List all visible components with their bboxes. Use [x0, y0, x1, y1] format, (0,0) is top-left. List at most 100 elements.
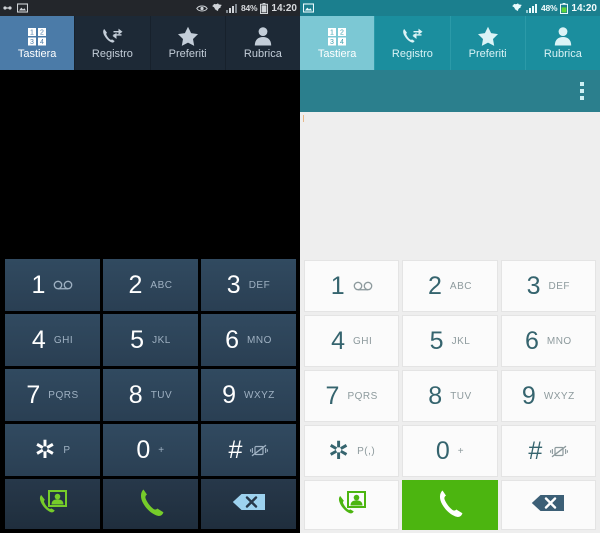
- key-letters: ABC: [449, 280, 472, 292]
- key-digit: 5: [130, 325, 145, 354]
- key-letters: PQRS: [48, 389, 79, 401]
- tab-rubrica[interactable]: Rubrica: [224, 16, 300, 70]
- call-log-icon: [401, 26, 423, 46]
- keypad: 1 2 ABC 3 DEF 4 GHI 5 JKL 6 MNO 7 PQRS 8…: [300, 260, 600, 477]
- key-letters: TUV: [150, 389, 173, 401]
- tab-rubrica[interactable]: Rubrica: [524, 16, 600, 70]
- status-bar-right-icons: 84% 14:20: [196, 2, 297, 14]
- key-1[interactable]: 1: [304, 260, 400, 312]
- tab-label: Preferiti: [168, 48, 207, 60]
- key-letters: GHI: [53, 334, 74, 346]
- keypad-icon: 1 2 3 4: [27, 26, 47, 46]
- star-icon: [177, 26, 199, 46]
- action-bar: [300, 477, 600, 533]
- key-digit: 8: [428, 381, 443, 410]
- key-2[interactable]: 2 ABC: [103, 259, 198, 311]
- number-display[interactable]: [0, 70, 300, 259]
- call-button[interactable]: [402, 480, 498, 530]
- key-star[interactable]: ✲ P(,): [304, 425, 400, 477]
- tab-preferiti[interactable]: Preferiti: [449, 16, 525, 70]
- tab-preferiti[interactable]: Preferiti: [149, 16, 225, 70]
- tab-label: Tastiera: [17, 48, 57, 60]
- tab-label: Tastiera: [317, 48, 357, 60]
- tab-tastiera[interactable]: 1 2 3 4 Tastiera: [300, 16, 375, 70]
- key-digit: 7: [26, 380, 41, 409]
- key-3[interactable]: 3 DEF: [500, 260, 596, 312]
- key-hash[interactable]: #: [500, 425, 596, 477]
- signal-icon: [526, 3, 538, 13]
- key-5[interactable]: 5 JKL: [402, 315, 498, 367]
- key-letters: MNO: [546, 335, 572, 347]
- keypad-icon: 1 2 3 4: [327, 26, 347, 46]
- key-4[interactable]: 4 GHI: [304, 315, 400, 367]
- add-contact-call-icon: [38, 489, 68, 520]
- status-bar-left-icons: [302, 3, 315, 13]
- key-star[interactable]: ✲ P: [5, 424, 100, 476]
- key-letters: DEF: [248, 279, 271, 291]
- tab-label: Rubrica: [543, 48, 582, 60]
- key-8[interactable]: 8 TUV: [103, 369, 198, 421]
- voicemail-icon: [353, 281, 373, 291]
- add-contact-call-button[interactable]: [5, 479, 100, 529]
- battery-icon: [260, 2, 269, 14]
- call-icon: [136, 487, 166, 522]
- backspace-icon: [531, 494, 565, 517]
- key-digit: 6: [225, 325, 240, 354]
- key-3[interactable]: 3 DEF: [201, 259, 296, 311]
- key-digit: #: [228, 435, 243, 464]
- screenshot-icon: [302, 3, 315, 13]
- svg-text:4: 4: [340, 39, 344, 46]
- battery-percent-label: 48%: [541, 3, 558, 13]
- key-7[interactable]: 7 PQRS: [304, 370, 400, 422]
- more-options-icon[interactable]: [576, 78, 588, 104]
- call-log-icon: [101, 26, 123, 46]
- add-contact-call-button[interactable]: [304, 480, 400, 530]
- status-bar-right-icons: 48% 14:20: [511, 2, 597, 14]
- key-hash[interactable]: #: [201, 424, 296, 476]
- clock-label: 14:20: [571, 2, 597, 14]
- key-7[interactable]: 7 PQRS: [5, 369, 100, 421]
- key-0[interactable]: 0 +: [103, 424, 198, 476]
- backspace-button[interactable]: [201, 479, 296, 529]
- tab-tastiera[interactable]: 1 2 3 4 Tastiera: [0, 16, 75, 70]
- key-4[interactable]: 4 GHI: [5, 314, 100, 366]
- key-2[interactable]: 2 ABC: [402, 260, 498, 312]
- key-digit: 9: [222, 380, 236, 409]
- key-1[interactable]: 1: [5, 259, 100, 311]
- status-bar: 84% 14:20: [0, 0, 300, 16]
- voicemail-icon: [53, 280, 73, 290]
- tab-label: Rubrica: [243, 48, 282, 60]
- dual-screenshot-comparison: 84% 14:20 1 2 3 4 Tastiera Registro Pref…: [0, 0, 600, 533]
- phone-screen-dark: 84% 14:20 1 2 3 4 Tastiera Registro Pref…: [0, 0, 300, 533]
- key-letters: MNO: [247, 334, 272, 346]
- key-6[interactable]: 6 MNO: [201, 314, 296, 366]
- vibrate-off-icon: [550, 445, 569, 458]
- tab-registro[interactable]: Registro: [74, 16, 150, 70]
- key-letters: WXYZ: [543, 390, 575, 402]
- key-9[interactable]: 9 WXYZ: [500, 370, 596, 422]
- key-digit: ✲: [34, 435, 56, 464]
- tab-registro[interactable]: Registro: [374, 16, 450, 70]
- key-digit: 3: [526, 271, 541, 300]
- call-icon: [435, 488, 465, 523]
- key-digit: 4: [31, 325, 46, 354]
- keypad: 1 2 ABC 3 DEF 4 GHI 5 JKL 6 MNO 7 PQRS 8…: [0, 259, 300, 476]
- key-8[interactable]: 8 TUV: [402, 370, 498, 422]
- key-digit: 6: [524, 326, 539, 355]
- svg-text:3: 3: [330, 39, 334, 46]
- backspace-button[interactable]: [500, 480, 596, 530]
- key-letters: TUV: [450, 390, 472, 402]
- key-digit: #: [528, 436, 543, 465]
- svg-text:3: 3: [30, 39, 34, 46]
- number-display[interactable]: [300, 112, 600, 260]
- call-button[interactable]: [103, 479, 198, 529]
- action-bar: [0, 476, 300, 533]
- key-9[interactable]: 9 WXYZ: [201, 369, 296, 421]
- key-letters: +: [158, 444, 165, 456]
- add-contact-call-icon: [337, 490, 367, 521]
- key-5[interactable]: 5 JKL: [103, 314, 198, 366]
- key-digit: 1: [330, 271, 345, 300]
- key-0[interactable]: 0 +: [402, 425, 498, 477]
- key-6[interactable]: 6 MNO: [500, 315, 596, 367]
- smart-stay-eye-icon: [196, 4, 208, 13]
